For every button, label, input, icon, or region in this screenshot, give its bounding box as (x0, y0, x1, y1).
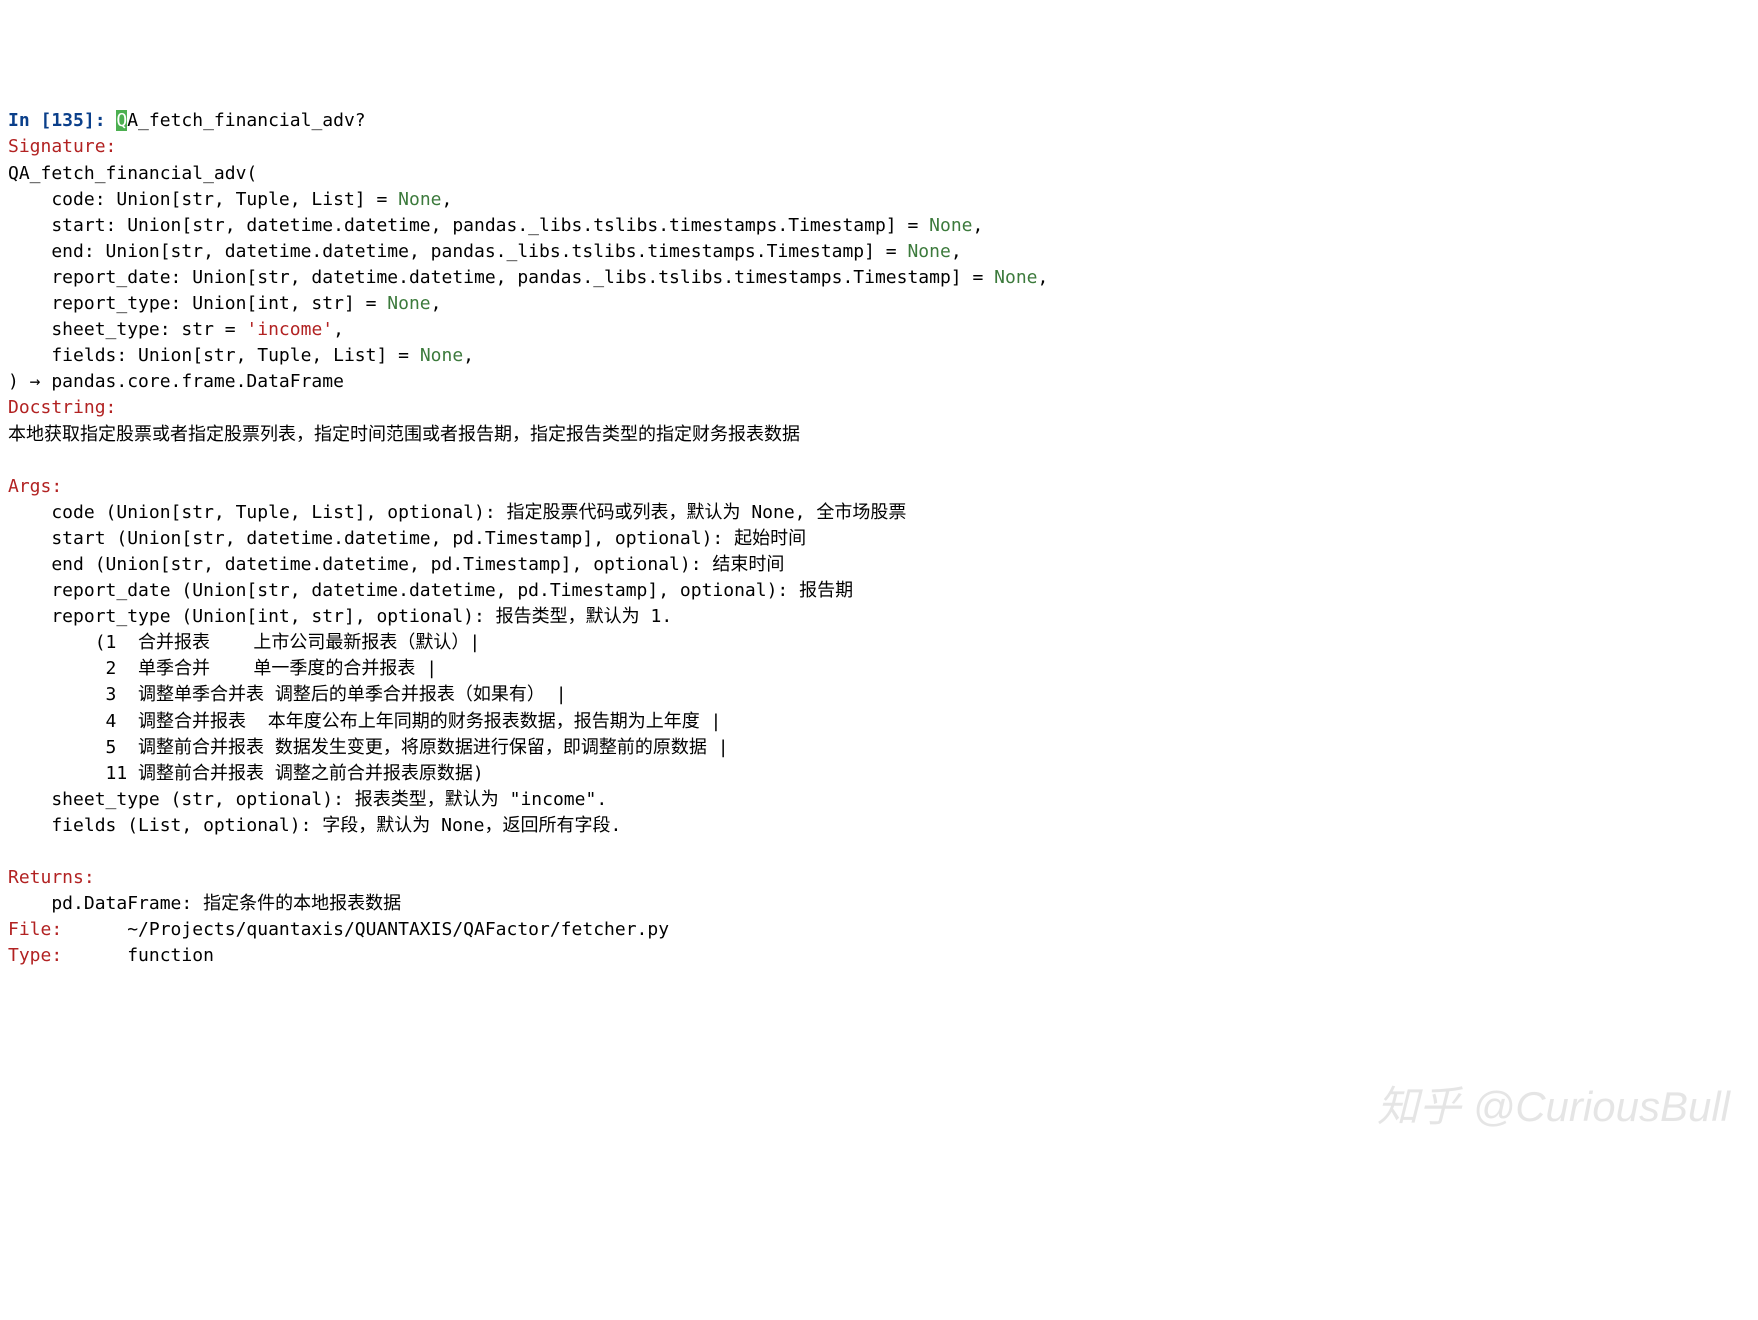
file-label: File: (8, 919, 62, 940)
type-value: function (62, 945, 214, 966)
arg-line: sheet_type (str, optional): 报表类型，默认为 "in… (8, 789, 607, 810)
signature-param: report_type: Union[int, str] = None, (8, 293, 442, 314)
returns-label: Returns: (8, 867, 95, 888)
signature-param: fields: Union[str, Tuple, List] = None, (8, 345, 474, 366)
input-prompt: In [135]: (8, 110, 116, 131)
watermark: 知乎 @CuriousBull (1377, 1077, 1730, 1138)
signature-param: sheet_type: str = 'income', (8, 319, 344, 340)
arg-line: report_date (Union[str, datetime.datetim… (8, 580, 853, 601)
cursor-highlight: Q (116, 110, 127, 131)
arg-line: 2 单季合并 单一季度的合并报表 | (8, 658, 437, 679)
arg-line: 5 调整前合并报表 数据发生变更，将原数据进行保留，即调整前的原数据 | (8, 737, 729, 758)
signature-param: end: Union[str, datetime.datetime, panda… (8, 241, 962, 262)
type-label: Type: (8, 945, 62, 966)
returns-line: pd.DataFrame: 指定条件的本地报表数据 (8, 893, 401, 914)
docstring-label: Docstring: (8, 397, 116, 418)
docstring-summary: 本地获取指定股票或者指定股票列表，指定时间范围或者报告期，指定报告类型的指定财务… (8, 424, 800, 445)
signature-label: Signature: (8, 136, 116, 157)
file-path: ~/Projects/quantaxis/QUANTAXIS/QAFactor/… (62, 919, 669, 940)
signature-fn-open: QA_fetch_financial_adv( (8, 163, 257, 184)
arg-line: 3 调整单季合并表 调整后的单季合并报表（如果有） | (8, 684, 567, 705)
arg-line: (1 合并报表 上市公司最新报表（默认）| (8, 632, 480, 653)
signature-param: start: Union[str, datetime.datetime, pan… (8, 215, 983, 236)
signature-param: code: Union[str, Tuple, List] = None, (8, 189, 452, 210)
signature-param: report_date: Union[str, datetime.datetim… (8, 267, 1048, 288)
arg-line: fields (List, optional): 字段，默认为 None，返回所… (8, 815, 621, 836)
arg-line: 11 调整前合并报表 调整之前合并报表原数据) (8, 763, 484, 784)
arg-line: end (Union[str, datetime.datetime, pd.Ti… (8, 554, 784, 575)
arg-line: 4 调整合并报表 本年度公布上年同期的财务报表数据，报告期为上年度 | (8, 711, 721, 732)
arg-line: code (Union[str, Tuple, List], optional)… (8, 502, 906, 523)
args-label: Args: (8, 476, 62, 497)
signature-return: ) → pandas.core.frame.DataFrame (8, 371, 344, 392)
arg-line: report_type (Union[int, str], optional):… (8, 606, 672, 627)
ipython-help-output: In [135]: QA_fetch_financial_adv? Signat… (8, 108, 1750, 969)
arg-line: start (Union[str, datetime.datetime, pd.… (8, 528, 806, 549)
query-text: A_fetch_financial_adv? (127, 110, 365, 131)
